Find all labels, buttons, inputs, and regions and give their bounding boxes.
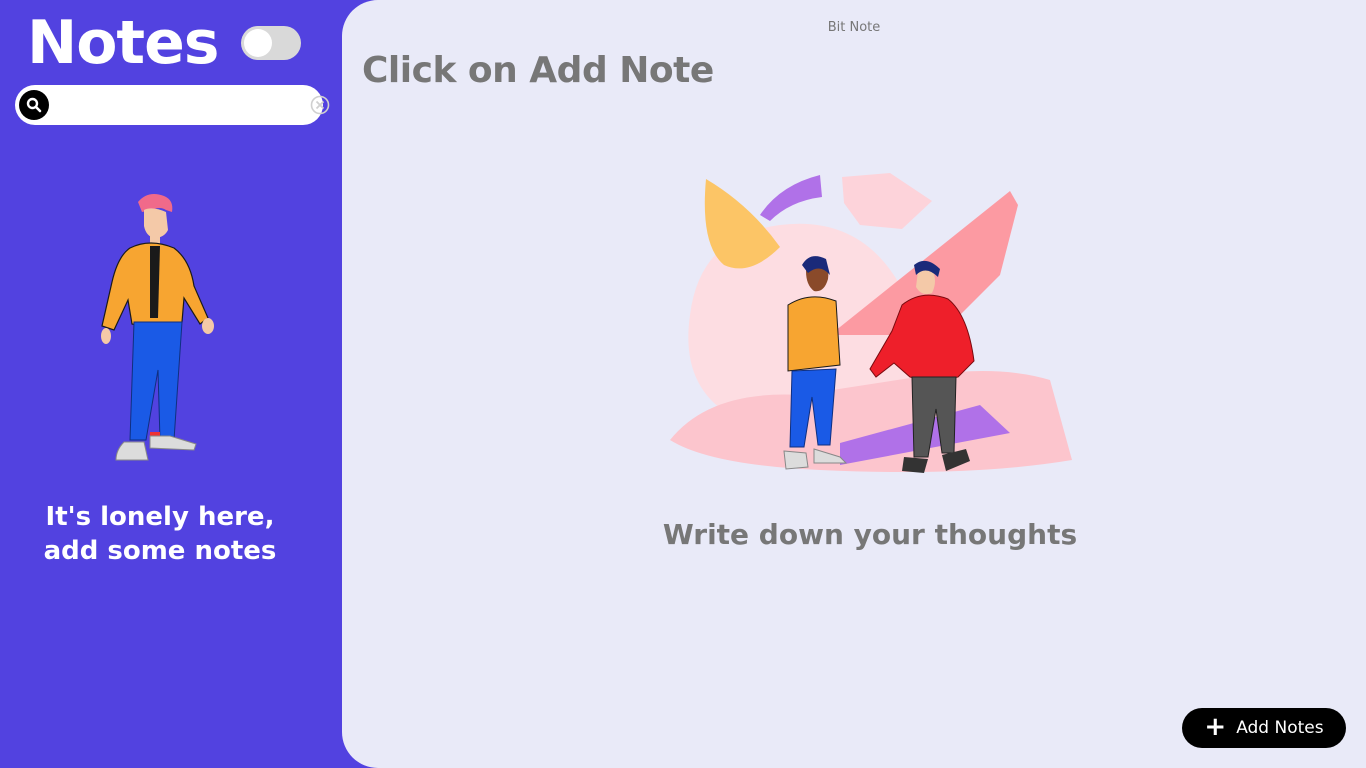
empty-message-line-2: add some notes [43,536,277,566]
empty-message-line-1: It's lonely here, [45,502,275,532]
sidebar: Notes It's lonely here, add some notes [0,0,342,768]
conversation-illustration [670,173,1072,473]
add-notes-button[interactable]: + Add Notes [1182,708,1346,748]
app-title: Notes [27,8,220,78]
theme-toggle[interactable] [241,26,301,60]
search-button[interactable] [19,90,49,120]
page-title: Click on Add Note [362,50,714,91]
toggle-knob [244,29,272,57]
plus-icon: + [1204,711,1227,742]
hero-caption: Write down your thoughts [662,518,1078,551]
lonely-person-illustration [101,194,214,461]
search-icon [26,97,42,113]
add-notes-label: Add Notes [1236,718,1324,738]
search-bar [15,85,330,125]
clear-search-icon[interactable] [310,95,330,115]
search-input[interactable] [57,91,297,119]
empty-notes-message: It's lonely here, add some notes [20,500,300,568]
main-panel: Bit Note Click on Add Note Write down yo… [342,0,1366,768]
brand-label: Bit Note [827,20,881,35]
